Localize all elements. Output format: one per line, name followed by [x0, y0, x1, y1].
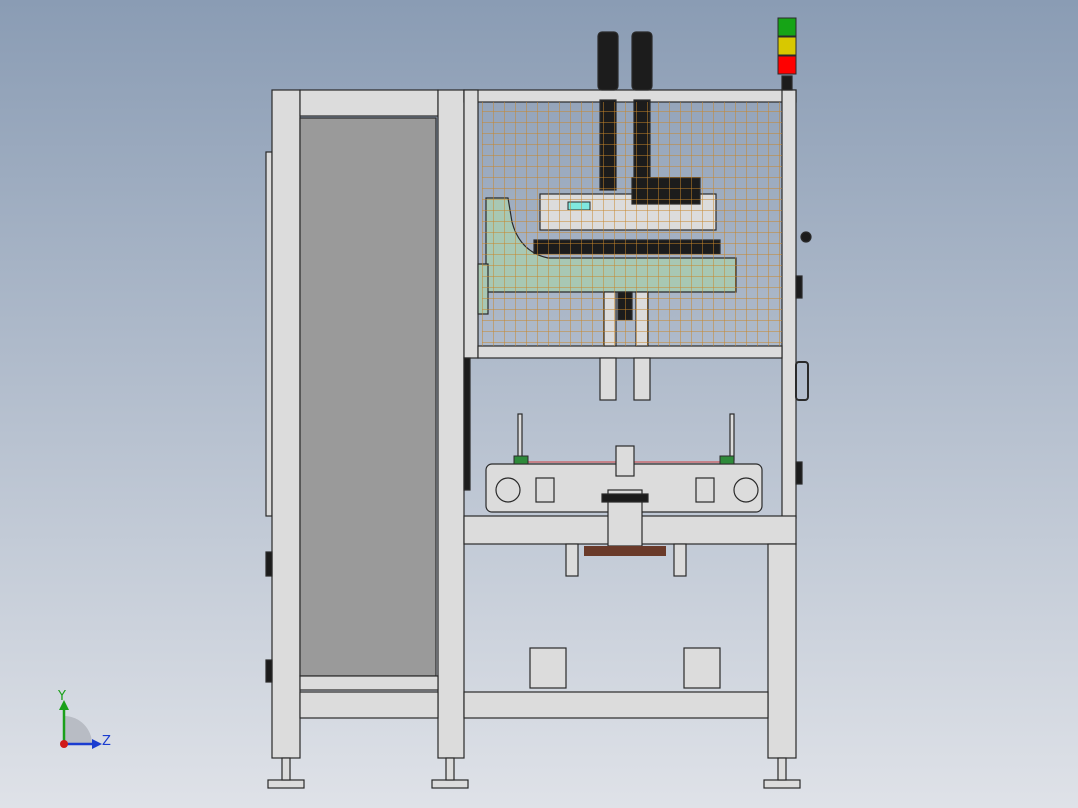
enclosure-left-thin-post: [463, 357, 471, 491]
sensor-green-right: [719, 455, 735, 465]
z-axis-label: Z: [102, 734, 111, 749]
cabinet-top-beam: [299, 89, 439, 117]
fixture-cylinder-right: [673, 543, 687, 577]
right-side-switch-2: [795, 461, 803, 485]
signal-light-green: [777, 17, 797, 37]
left-side-knob-2: [265, 659, 273, 683]
left-cabinet: [265, 89, 465, 759]
machine-drawing: Y Z: [0, 0, 1078, 808]
y-axis-label: Y: [57, 689, 66, 704]
enclosure-left-post: [463, 89, 479, 359]
foot-left-stem: [281, 757, 291, 781]
conveyor-sprocket-right: [733, 477, 759, 503]
press-tip-left: [599, 357, 617, 401]
cabinet-bottom-rail: [299, 675, 439, 691]
foot-left: [267, 779, 305, 789]
station-bottom-beam: [463, 691, 769, 719]
enclosure-top-beam: [463, 89, 797, 103]
signal-light-yellow: [777, 36, 797, 56]
enclosure-right-post: [781, 89, 797, 519]
conveyor-post-right: [729, 413, 735, 461]
sensor-green-left: [513, 455, 529, 465]
bottom-bracket-left: [529, 647, 567, 689]
bottom-bracket-right: [683, 647, 721, 689]
fixture-cylinder-left: [565, 543, 579, 577]
station-right-leg: [767, 543, 797, 759]
foot-mid-stem: [445, 757, 455, 781]
foot-right-stem: [777, 757, 787, 781]
triad-origin: [60, 740, 68, 748]
cabinet-mid-post: [437, 89, 465, 759]
cabinet-left-post: [271, 89, 301, 759]
press-tip-right: [633, 357, 651, 401]
right-side-valve: [800, 231, 812, 243]
cabinet-back-plate: [265, 151, 273, 517]
enclosure-wire-mesh: [482, 102, 782, 346]
signal-light-red: [777, 55, 797, 75]
cabinet-door-panel: [299, 117, 437, 677]
enclosure-mid-beam: [477, 345, 783, 359]
cad-viewport[interactable]: Y Z: [0, 0, 1078, 808]
conveyor-post-left: [517, 413, 523, 461]
fixture-top: [615, 445, 635, 477]
left-side-knob-1: [265, 551, 273, 577]
conveyor-sprocket-left: [495, 477, 521, 503]
press-cylinder-left: [597, 31, 619, 91]
conveyor-roller-right: [695, 477, 715, 503]
right-side-switch-1: [795, 275, 803, 299]
cabinet-lower-beam: [299, 691, 439, 719]
conveyor-roller-left: [535, 477, 555, 503]
foot-mid: [431, 779, 469, 789]
fixture-brown-block: [584, 546, 666, 556]
foot-right: [763, 779, 801, 789]
fixture-clamp: [601, 493, 649, 503]
press-cylinder-right: [631, 31, 653, 91]
signal-tower-base: [781, 75, 793, 91]
